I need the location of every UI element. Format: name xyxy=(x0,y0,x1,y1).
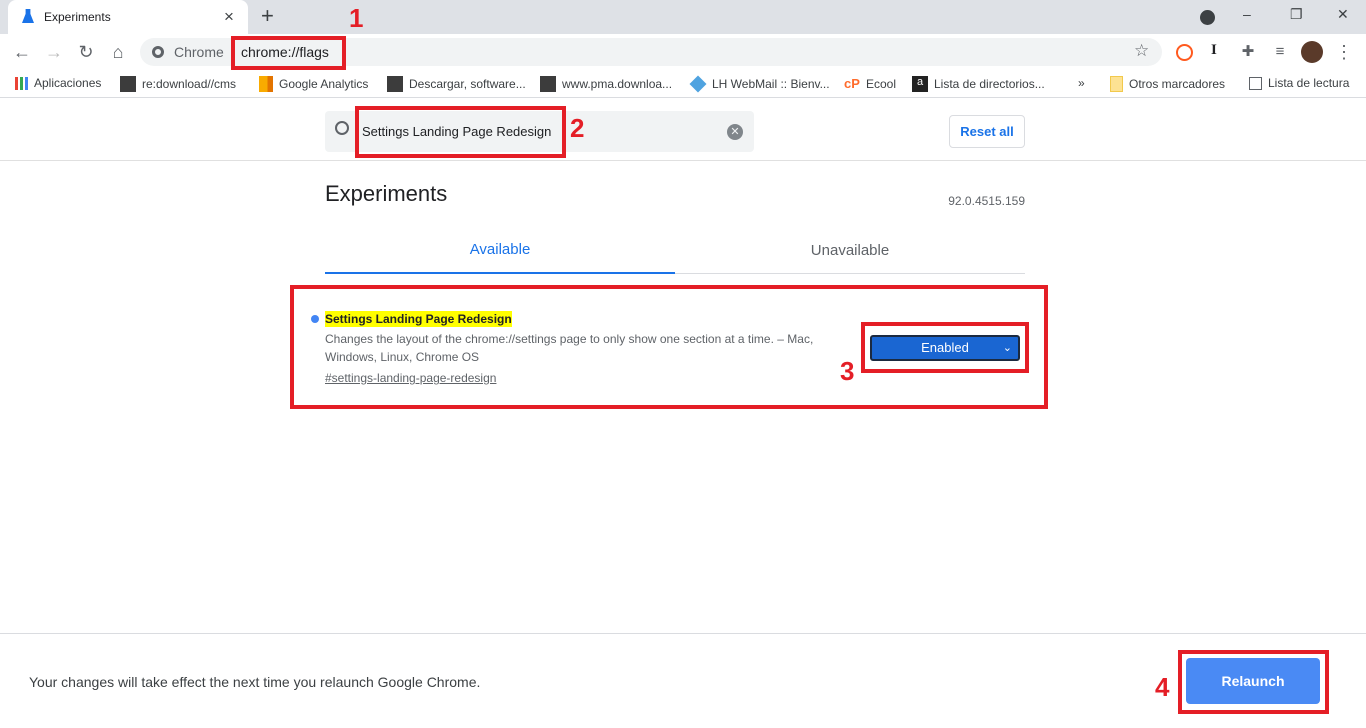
bookmark-item[interactable]: Descargar, software... xyxy=(387,76,526,92)
reset-all-button[interactable]: Reset all xyxy=(949,115,1025,148)
annotation-number: 1 xyxy=(349,3,364,33)
search-icon xyxy=(335,121,349,135)
annotation-box-2 xyxy=(355,106,566,158)
bookmark-label: Lista de directorios... xyxy=(934,77,1045,91)
bookmark-label: LH WebMail :: Bienv... xyxy=(712,77,830,91)
tab-search-icon[interactable] xyxy=(1200,10,1215,25)
back-icon[interactable]: ← xyxy=(12,42,32,62)
restore-button[interactable]: ❐ xyxy=(1290,6,1303,23)
minimize-button[interactable]: – xyxy=(1243,6,1251,22)
relaunch-message: Your changes will take effect the next t… xyxy=(29,674,481,690)
forward-icon[interactable]: → xyxy=(44,42,64,62)
bookmark-label: www.pma.downloa... xyxy=(562,77,673,91)
tab-available[interactable]: Available xyxy=(325,230,675,274)
version-label: 92.0.4515.159 xyxy=(948,194,1025,208)
bookmark-star-icon[interactable]: ☆ xyxy=(1134,41,1149,61)
annotation-box-1 xyxy=(231,36,346,70)
tab-unavailable[interactable]: Unavailable xyxy=(675,230,1025,274)
reading-list[interactable]: Lista de lectura xyxy=(1249,76,1349,90)
bookmark-item[interactable]: LH WebMail :: Bienv... xyxy=(689,75,830,93)
tab-experiments[interactable]: Experiments × xyxy=(8,0,248,34)
bookmark-label: Aplicaciones xyxy=(34,76,102,90)
bookmarks-bar: Aplicaciones re:download//cms Google Ana… xyxy=(0,70,1366,98)
webmail-icon xyxy=(689,75,707,93)
annotation-box-4 xyxy=(1178,650,1329,714)
annotation-number: 2 xyxy=(570,113,585,143)
bookmark-label: Ecool xyxy=(866,77,897,91)
bookmark-item[interactable]: www.pma.downloa... xyxy=(540,76,672,92)
flask-icon xyxy=(22,9,34,23)
new-tab-button[interactable]: + xyxy=(261,3,274,29)
bookmark-item[interactable]: re:download//cms xyxy=(120,76,236,92)
bookmark-item[interactable]: cP Ecool xyxy=(844,76,896,92)
chrome-icon xyxy=(152,46,164,58)
chevron-double-right-icon: » xyxy=(1078,76,1085,90)
bookmark-label: Descargar, software... xyxy=(409,77,526,91)
menu-kebab-icon[interactable]: ⋮ xyxy=(1334,42,1354,62)
avatar[interactable] xyxy=(1301,41,1323,63)
reading-list-icon xyxy=(1249,76,1262,90)
folder-icon xyxy=(1110,76,1123,92)
chrome-chip: Chrome xyxy=(174,44,224,60)
bookmark-label: Google Analytics xyxy=(279,77,369,91)
bookmark-label: Otros marcadores xyxy=(1129,77,1226,91)
download-site-icon xyxy=(540,76,556,92)
close-window-button[interactable]: ✕ xyxy=(1337,6,1349,23)
download-site-icon xyxy=(120,76,136,92)
bookmark-item[interactable]: a Lista de directorios... xyxy=(912,76,1045,92)
annotation-box-3 xyxy=(861,322,1029,373)
tab-close-icon[interactable]: × xyxy=(224,7,234,27)
other-bookmarks[interactable]: Otros marcadores xyxy=(1110,76,1225,92)
bookmark-item[interactable]: Google Analytics xyxy=(259,76,368,92)
download-site-icon xyxy=(387,76,403,92)
annotation-number: 4 xyxy=(1155,672,1170,702)
home-icon[interactable]: ⌂ xyxy=(108,42,128,62)
apps-grid-icon xyxy=(15,76,28,90)
cpanel-icon: cP xyxy=(844,76,860,91)
extension-b-icon[interactable] xyxy=(1176,44,1193,61)
analytics-icon xyxy=(259,76,273,92)
bookmark-apps[interactable]: Aplicaciones xyxy=(15,76,101,90)
tab-title: Experiments xyxy=(44,10,111,24)
a-icon: a xyxy=(912,76,928,92)
annotation-number: 3 xyxy=(840,356,855,386)
clear-search-icon[interactable]: ✕ xyxy=(727,124,743,140)
extensions-puzzle-icon[interactable]: ✚ xyxy=(1238,42,1258,62)
bookmarks-overflow-button[interactable]: » xyxy=(1078,76,1085,90)
bookmark-label: Lista de lectura xyxy=(1268,76,1350,90)
reload-icon[interactable]: ↻ xyxy=(76,42,96,62)
page-title: Experiments xyxy=(325,181,448,206)
extension-i-icon[interactable]: I xyxy=(1211,42,1217,59)
media-queue-icon[interactable]: ≡ xyxy=(1270,42,1290,62)
bookmark-label: re:download//cms xyxy=(142,77,237,91)
